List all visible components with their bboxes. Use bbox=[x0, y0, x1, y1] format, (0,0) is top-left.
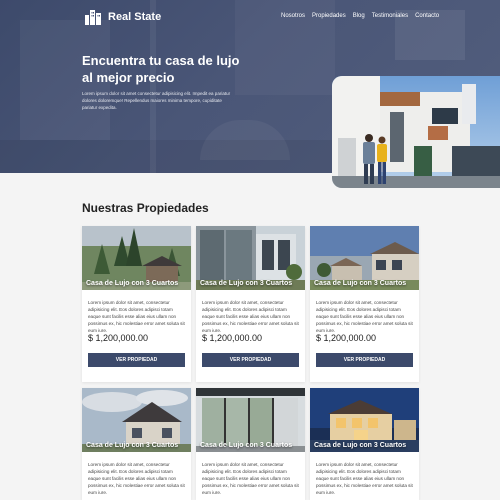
nav-link-blog[interactable]: Blog bbox=[353, 13, 365, 19]
property-image: Casa de Lujo con 3 Cuartos bbox=[196, 226, 305, 290]
property-image: Casa de Lujo con 3 Cuartos bbox=[82, 388, 191, 452]
nav-link-contacto[interactable]: Contacto bbox=[415, 13, 439, 19]
property-description: Lorem ipsum dolor sit amet, consectetur … bbox=[202, 300, 299, 333]
property-card: Casa de Lujo con 3 Cuartos Lorem ipsum d… bbox=[310, 388, 419, 500]
property-image: Casa de Lujo con 3 Cuartos bbox=[310, 388, 419, 452]
hero-house-image bbox=[332, 76, 500, 188]
section-title-light: Nuestras bbox=[82, 201, 134, 215]
property-description: Lorem ipsum dolor sit amet, consectetur … bbox=[316, 462, 413, 495]
property-image: Casa de Lujo con 3 Cuartos bbox=[310, 226, 419, 290]
property-price: $ 1,200,000.00 bbox=[88, 333, 149, 343]
property-card: Casa de Lujo con 3 Cuartos Lorem ipsum d… bbox=[82, 226, 191, 382]
property-title: Casa de Lujo con 3 Cuartos bbox=[200, 280, 293, 287]
logo[interactable]: Real State bbox=[84, 9, 161, 25]
property-card: Casa de Lujo con 3 Cuartos Lorem ipsum d… bbox=[82, 388, 191, 500]
view-property-button[interactable]: VER PROPIEDAD bbox=[88, 353, 185, 367]
property-title: Casa de Lujo con 3 Cuartos bbox=[200, 442, 293, 449]
property-card: Casa de Lujo con 3 Cuartos Lorem ipsum d… bbox=[196, 388, 305, 500]
property-title: Casa de Lujo con 3 Cuartos bbox=[314, 280, 407, 287]
property-card: Casa de Lujo con 3 Cuartos Lorem ipsum d… bbox=[196, 226, 305, 382]
property-title: Casa de Lujo con 3 Cuartos bbox=[86, 442, 179, 449]
brand-name: Real State bbox=[108, 11, 162, 23]
main-nav: Nosotros Propiedades Blog Testimoniales … bbox=[281, 13, 439, 19]
view-property-button[interactable]: VER PROPIEDAD bbox=[316, 353, 413, 367]
property-title: Casa de Lujo con 3 Cuartos bbox=[314, 442, 407, 449]
view-property-button[interactable]: VER PROPIEDAD bbox=[202, 353, 299, 367]
nav-link-propiedades[interactable]: Propiedades bbox=[312, 13, 346, 19]
property-description: Lorem ipsum dolor sit amet, consectetur … bbox=[202, 462, 299, 495]
property-card: Casa de Lujo con 3 Cuartos Lorem ipsum d… bbox=[310, 226, 419, 382]
hero-text: Lorem ipsum dolor sit amet consectetur a… bbox=[82, 91, 231, 110]
property-price: $ 1,200,000.00 bbox=[316, 333, 377, 343]
building-icon bbox=[85, 10, 101, 25]
property-price: $ 1,200,000.00 bbox=[202, 333, 263, 343]
property-image: Casa de Lujo con 3 Cuartos bbox=[196, 388, 305, 452]
section-title: Nuestras Propiedades bbox=[82, 201, 209, 215]
section-title-bold: Propiedades bbox=[136, 201, 209, 215]
nav-link-nosotros[interactable]: Nosotros bbox=[281, 13, 305, 19]
property-description: Lorem ipsum dolor sit amet, consectetur … bbox=[88, 462, 185, 495]
nav-link-testimoniales[interactable]: Testimoniales bbox=[372, 13, 408, 19]
property-title: Casa de Lujo con 3 Cuartos bbox=[86, 280, 179, 287]
hero-title: Encuentra tu casa de lujo al mejor preci… bbox=[82, 53, 240, 85]
property-description: Lorem ipsum dolor sit amet, consectetur … bbox=[316, 300, 413, 333]
property-description: Lorem ipsum dolor sit amet, consectetur … bbox=[88, 300, 185, 333]
property-image: Casa de Lujo con 3 Cuartos bbox=[82, 226, 191, 290]
